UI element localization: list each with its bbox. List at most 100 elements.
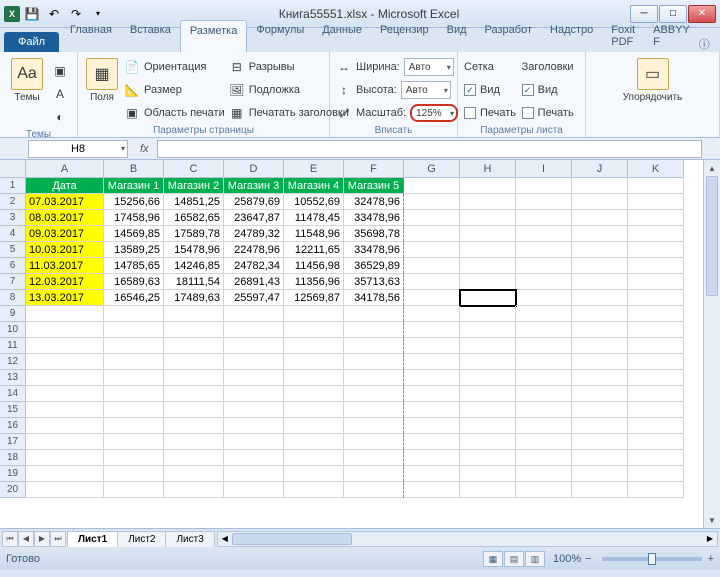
- cell-E5[interactable]: 12211,65: [284, 242, 344, 258]
- cell-G11[interactable]: [404, 338, 460, 354]
- col-header-H[interactable]: H: [460, 160, 516, 178]
- qat-save-icon[interactable]: 💾: [22, 4, 42, 24]
- cell-F18[interactable]: [344, 450, 404, 466]
- cell-I2[interactable]: [516, 194, 572, 210]
- cell-J6[interactable]: [572, 258, 628, 274]
- cell-E3[interactable]: 11478,45: [284, 210, 344, 226]
- cell-B14[interactable]: [104, 386, 164, 402]
- ribbon-tab-4[interactable]: Данные: [313, 20, 371, 52]
- cell-F8[interactable]: 34178,56: [344, 290, 404, 306]
- size-button[interactable]: 📐Размер: [124, 79, 225, 101]
- cell-D20[interactable]: [224, 482, 284, 498]
- arrange-button[interactable]: ▭ Упорядочить: [632, 56, 674, 105]
- sheet-tab-2[interactable]: Лист3: [165, 531, 214, 547]
- cell-H9[interactable]: [460, 306, 516, 322]
- cell-I1[interactable]: [516, 178, 572, 194]
- cell-C20[interactable]: [164, 482, 224, 498]
- cell-I14[interactable]: [516, 386, 572, 402]
- cell-J13[interactable]: [572, 370, 628, 386]
- cell-E1[interactable]: Магазин 4: [284, 178, 344, 194]
- cell-F10[interactable]: [344, 322, 404, 338]
- cell-A9[interactable]: [26, 306, 104, 322]
- cell-A19[interactable]: [26, 466, 104, 482]
- cell-I9[interactable]: [516, 306, 572, 322]
- scale-spinner[interactable]: 125%: [410, 104, 458, 122]
- cell-H16[interactable]: [460, 418, 516, 434]
- col-header-J[interactable]: J: [572, 160, 628, 178]
- cell-J8[interactable]: [572, 290, 628, 306]
- cell-I15[interactable]: [516, 402, 572, 418]
- height-combo[interactable]: Авто: [401, 81, 451, 99]
- cell-E18[interactable]: [284, 450, 344, 466]
- zoom-slider[interactable]: [602, 557, 702, 561]
- view-normal-button[interactable]: ▦: [483, 551, 503, 567]
- cell-B10[interactable]: [104, 322, 164, 338]
- cell-F2[interactable]: 32478,96: [344, 194, 404, 210]
- cell-F11[interactable]: [344, 338, 404, 354]
- cell-J20[interactable]: [572, 482, 628, 498]
- cell-B20[interactable]: [104, 482, 164, 498]
- scroll-down-icon[interactable]: ▼: [704, 512, 720, 528]
- effects-icon[interactable]: ◐: [52, 109, 68, 125]
- scroll-up-icon[interactable]: ▲: [704, 160, 720, 176]
- cell-A17[interactable]: [26, 434, 104, 450]
- cell-C2[interactable]: 14851,25: [164, 194, 224, 210]
- cell-C14[interactable]: [164, 386, 224, 402]
- cell-I11[interactable]: [516, 338, 572, 354]
- cell-E9[interactable]: [284, 306, 344, 322]
- row-header-4[interactable]: 4: [0, 226, 26, 242]
- cell-B12[interactable]: [104, 354, 164, 370]
- cell-D13[interactable]: [224, 370, 284, 386]
- row-header-18[interactable]: 18: [0, 450, 26, 466]
- cell-J4[interactable]: [572, 226, 628, 242]
- horizontal-scrollbar[interactable]: ◀ ▶: [217, 531, 718, 547]
- cell-F14[interactable]: [344, 386, 404, 402]
- cell-H18[interactable]: [460, 450, 516, 466]
- cell-H12[interactable]: [460, 354, 516, 370]
- col-header-E[interactable]: E: [284, 160, 344, 178]
- zoom-level[interactable]: 100%: [553, 553, 581, 565]
- cell-F17[interactable]: [344, 434, 404, 450]
- cell-B1[interactable]: Магазин 1: [104, 178, 164, 194]
- cell-K14[interactable]: [628, 386, 684, 402]
- cell-G10[interactable]: [404, 322, 460, 338]
- cell-C13[interactable]: [164, 370, 224, 386]
- ribbon-tab-1[interactable]: Вставка: [121, 20, 180, 52]
- cell-F15[interactable]: [344, 402, 404, 418]
- cell-K11[interactable]: [628, 338, 684, 354]
- cell-A15[interactable]: [26, 402, 104, 418]
- row-header-7[interactable]: 7: [0, 274, 26, 290]
- cell-I18[interactable]: [516, 450, 572, 466]
- cell-E7[interactable]: 11356,96: [284, 274, 344, 290]
- cell-A14[interactable]: [26, 386, 104, 402]
- cell-B5[interactable]: 13589,25: [104, 242, 164, 258]
- cell-G20[interactable]: [404, 482, 460, 498]
- cell-H19[interactable]: [460, 466, 516, 482]
- cell-H15[interactable]: [460, 402, 516, 418]
- sheet-nav-first[interactable]: ⏮: [2, 531, 18, 547]
- row-header-20[interactable]: 20: [0, 482, 26, 498]
- cell-D16[interactable]: [224, 418, 284, 434]
- cell-K15[interactable]: [628, 402, 684, 418]
- cell-A18[interactable]: [26, 450, 104, 466]
- cell-F19[interactable]: [344, 466, 404, 482]
- row-header-16[interactable]: 16: [0, 418, 26, 434]
- cell-E4[interactable]: 11548,96: [284, 226, 344, 242]
- cell-G15[interactable]: [404, 402, 460, 418]
- cell-A10[interactable]: [26, 322, 104, 338]
- cell-I6[interactable]: [516, 258, 572, 274]
- cell-K2[interactable]: [628, 194, 684, 210]
- cell-C8[interactable]: 17489,63: [164, 290, 224, 306]
- cell-H5[interactable]: [460, 242, 516, 258]
- vertical-scrollbar[interactable]: ▲ ▼: [703, 160, 720, 528]
- cell-G9[interactable]: [404, 306, 460, 322]
- cell-G14[interactable]: [404, 386, 460, 402]
- width-combo[interactable]: Авто: [404, 58, 454, 76]
- ribbon-tab-7[interactable]: Разработ: [476, 20, 541, 52]
- cell-C19[interactable]: [164, 466, 224, 482]
- cell-D15[interactable]: [224, 402, 284, 418]
- ribbon-tab-5[interactable]: Рецензир: [371, 20, 438, 52]
- cell-A4[interactable]: 09.03.2017: [26, 226, 104, 242]
- cell-H13[interactable]: [460, 370, 516, 386]
- cell-K1[interactable]: [628, 178, 684, 194]
